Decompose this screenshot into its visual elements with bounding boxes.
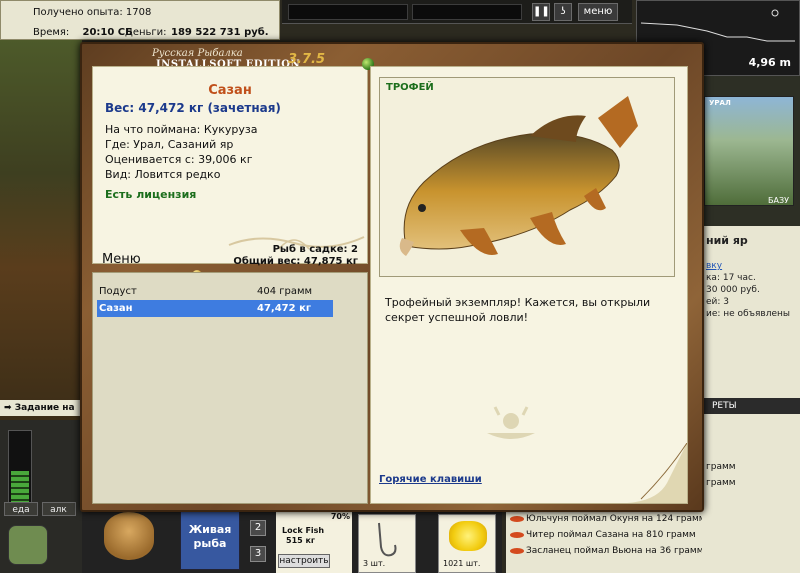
menu-button[interactable]: меню bbox=[578, 3, 618, 21]
basket-icon[interactable] bbox=[104, 512, 154, 560]
top-toolbar: ❚❚ ʖ меню bbox=[282, 0, 632, 24]
fish-list: Подуст 404 грамм Сазан 47,472 кг bbox=[92, 272, 368, 504]
live-fish-button[interactable]: Живая рыба bbox=[180, 510, 240, 570]
brand-title: Русская Рыбалка bbox=[152, 48, 243, 59]
fish-weight: Вес: 47,472 кг (зачетная) bbox=[105, 101, 281, 115]
fish-info-card: Сазан Вес: 47,472 кг (зачетная) На что п… bbox=[92, 66, 368, 264]
money-value: 189 522 731 руб. bbox=[171, 27, 269, 38]
hook-count: 3 шт. bbox=[363, 559, 386, 568]
tab-food[interactable]: еда bbox=[4, 502, 38, 516]
carp-fish-image bbox=[399, 96, 638, 256]
catch-value: Оценивается с: 39,006 кг bbox=[105, 153, 253, 166]
fish-list-weight: 47,472 кг bbox=[257, 303, 312, 314]
lure-slot[interactable]: 70% Lock Fish 515 кг настроить bbox=[276, 510, 352, 573]
corn-count: 1021 шт. bbox=[443, 559, 481, 568]
menu-header: Меню Рыб в садке: 2 Общий вес: 47,875 кг bbox=[92, 244, 368, 280]
info-line: ка: 17 час. bbox=[706, 273, 756, 283]
slot-3-button[interactable]: 3 bbox=[250, 546, 266, 562]
trophy-message: Трофейный экземпляр! Кажется, вы открыли… bbox=[385, 296, 651, 324]
corn-slot[interactable]: 1021 шт. bbox=[438, 514, 496, 573]
fish-list-name: Подуст bbox=[99, 286, 137, 297]
info-line: ие: не объявлены bbox=[706, 309, 790, 319]
base-label[interactable]: БАЗУ bbox=[768, 196, 789, 205]
time-label: Время: bbox=[33, 27, 70, 38]
location-map-thumbnail[interactable]: УРАЛ БАЗУ bbox=[704, 96, 794, 206]
location-link[interactable]: вку bbox=[706, 261, 800, 271]
hook-slot[interactable]: 3 шт. bbox=[358, 514, 416, 573]
lure-name: Lock Fish bbox=[282, 526, 325, 535]
license-status: Есть лицензия bbox=[105, 188, 197, 201]
map-label: УРАЛ bbox=[709, 99, 731, 107]
toolbar-slot bbox=[412, 4, 522, 20]
hotkeys-link[interactable]: Горячие клавиши bbox=[379, 474, 482, 485]
fish-in-cage: Рыб в садке: 2 bbox=[272, 244, 358, 255]
trophy-box: ТРОФЕЙ bbox=[379, 77, 675, 277]
slot-2-button[interactable]: 2 bbox=[250, 520, 266, 536]
settings-icon bbox=[771, 9, 779, 17]
news-item: грамм bbox=[706, 478, 736, 488]
trophy-label: ТРОФЕЙ bbox=[386, 82, 434, 93]
bait-panel: еда алк bbox=[0, 420, 82, 573]
menu-title: Меню bbox=[102, 252, 141, 267]
lure-percent: 70% bbox=[330, 512, 350, 521]
fish-list-row[interactable]: Подуст 404 грамм bbox=[97, 283, 333, 300]
pause-icon[interactable]: ❚❚ bbox=[532, 3, 550, 21]
bait-tabs: еда алк bbox=[4, 502, 78, 516]
bag-icon[interactable] bbox=[8, 525, 48, 565]
fish-list-row-selected[interactable]: Сазан 47,472 кг bbox=[97, 300, 333, 317]
task-strip[interactable]: ➡ Задание на т bbox=[0, 400, 82, 429]
secrets-tab[interactable]: РЕТЫ bbox=[704, 398, 800, 414]
news-item: Засланец поймал Вьюна на 36 грамм bbox=[510, 544, 704, 558]
brand-version: 3.7.5 bbox=[288, 52, 326, 67]
hook-icon[interactable]: ʖ bbox=[554, 3, 572, 21]
info-line: ей: 3 bbox=[706, 297, 730, 307]
experience-label: Получено опыта: bbox=[33, 7, 123, 18]
toolbar-slot bbox=[288, 4, 408, 20]
tab-lure[interactable]: алк bbox=[41, 502, 76, 516]
lure-weight: 515 кг bbox=[286, 536, 316, 545]
page-curl-decoration bbox=[627, 443, 687, 503]
arrow-icon: ➡ bbox=[4, 403, 12, 413]
news-item: грамм bbox=[706, 462, 736, 472]
fisherman-boat-icon bbox=[487, 406, 535, 439]
catch-dialog: Русская Рыбалка INSTALLSOFT EDITION 3.7.… bbox=[80, 42, 704, 512]
caught-on: На что поймана: Кукуруза bbox=[105, 123, 258, 136]
trophy-card: ТРОФЕЙ Трофейный экземпляр! Кажется, вы … bbox=[370, 66, 688, 504]
depth-value: 4,96 m bbox=[748, 56, 791, 69]
corn-icon bbox=[449, 521, 487, 551]
status-panel: Получено опыта: 1708 Время: 20:10 СБ Ден… bbox=[0, 0, 280, 40]
location-info: ний яр вку ка: 17 час. 30 000 руб. ей: 3… bbox=[704, 226, 800, 406]
fish-name: Сазан bbox=[208, 83, 252, 98]
info-line: 30 000 руб. bbox=[706, 285, 760, 295]
fish-icon bbox=[510, 547, 524, 554]
setup-button[interactable]: настроить bbox=[278, 554, 330, 568]
location-heading: ний яр bbox=[706, 234, 748, 247]
fish-kind: Вид: Ловится редко bbox=[105, 168, 221, 181]
fish-list-weight: 404 грамм bbox=[257, 286, 313, 297]
hook-icon bbox=[378, 522, 397, 557]
catch-location: Где: Урал, Сазаний яр bbox=[105, 138, 234, 151]
catch-news-right: грамм грамм bbox=[702, 414, 800, 573]
experience-value: 1708 bbox=[125, 7, 152, 18]
news-item: Читер поймал Сазана на 810 грамм bbox=[510, 528, 696, 542]
fish-icon bbox=[510, 531, 524, 538]
fish-icon bbox=[510, 515, 524, 522]
total-weight: Общий вес: 47,875 кг bbox=[233, 256, 358, 267]
fish-list-name: Сазан bbox=[99, 303, 133, 314]
money-label: Деньги: bbox=[125, 27, 167, 38]
scenery-left bbox=[0, 40, 82, 420]
news-item: Юльчуня поймал Окуня на 124 грамм bbox=[510, 512, 706, 526]
